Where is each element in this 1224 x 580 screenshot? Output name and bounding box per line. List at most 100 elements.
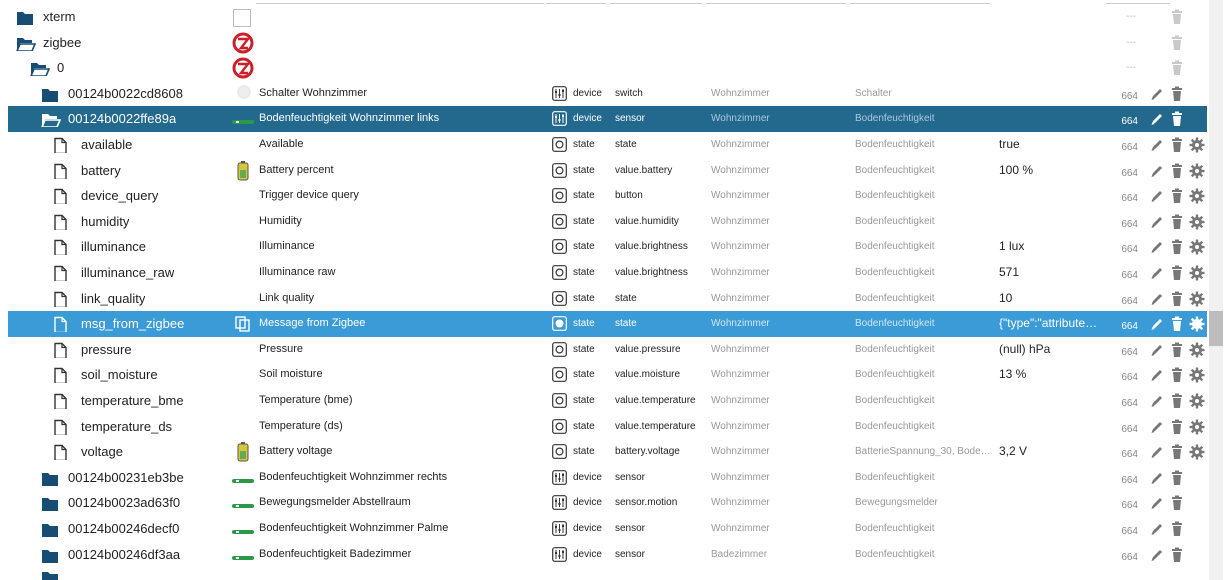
tree-row[interactable]: soil_moisture Soil moisture state value.moi… <box>8 362 1207 388</box>
edit-icon[interactable] <box>1149 86 1165 102</box>
edit-icon[interactable] <box>1149 163 1165 179</box>
object-value[interactable]: 1 lux <box>999 234 1111 260</box>
delete-icon[interactable] <box>1169 342 1185 358</box>
edit-icon[interactable] <box>1149 547 1165 563</box>
delete-icon[interactable] <box>1169 444 1185 460</box>
object-value[interactable]: 10 <box>999 286 1111 312</box>
folder-icon[interactable] <box>41 470 61 486</box>
delete-icon[interactable] <box>1169 393 1185 409</box>
edit-icon[interactable] <box>1149 239 1165 255</box>
edit-icon[interactable] <box>1149 188 1165 204</box>
tree-row[interactable]: illuminance Illuminance state value.brightn… <box>8 234 1207 260</box>
delete-icon[interactable] <box>1169 316 1185 332</box>
edit-icon[interactable] <box>1149 265 1165 281</box>
delete-icon[interactable] <box>1169 60 1185 76</box>
settings-gear-icon[interactable] <box>1189 444 1205 460</box>
object-value[interactable] <box>999 183 1111 209</box>
object-value[interactable]: 100 % <box>999 158 1111 184</box>
edit-icon[interactable] <box>1149 214 1165 230</box>
object-value[interactable] <box>999 106 1111 132</box>
tree-row[interactable]: temperature_ds Temperature (ds) state value… <box>8 414 1207 440</box>
settings-gear-icon[interactable] <box>1189 419 1205 435</box>
object-value[interactable] <box>999 414 1111 440</box>
folder-icon[interactable] <box>41 521 61 537</box>
tree-row[interactable]: pressure Pressure state value.pressure Wohnz… <box>8 337 1207 363</box>
tree-row[interactable]: battery Battery percent state value.battery… <box>8 158 1207 184</box>
object-value[interactable]: 3,2 V <box>999 439 1111 465</box>
edit-icon[interactable] <box>1149 521 1165 537</box>
edit-icon[interactable] <box>1149 111 1165 127</box>
edit-icon[interactable] <box>1149 393 1165 409</box>
settings-gear-icon[interactable] <box>1189 316 1205 332</box>
tree-row[interactable]: msg_from_zigbee Message from Zigbee state s… <box>8 311 1207 337</box>
delete-icon[interactable] <box>1169 9 1185 25</box>
object-value[interactable]: {"type":"attribute… <box>999 311 1111 337</box>
tree-row[interactable]: link_quality Link quality state state Wohnzi… <box>8 286 1207 312</box>
tree-row[interactable]: temperature_bme Temperature (bme) state val… <box>8 388 1207 414</box>
object-value[interactable]: 571 <box>999 260 1111 286</box>
folder-icon[interactable] <box>41 495 61 512</box>
scrollbar-thumb[interactable] <box>1209 310 1223 346</box>
object-value[interactable] <box>999 4 1111 30</box>
delete-icon[interactable] <box>1169 470 1185 486</box>
edit-icon[interactable] <box>1149 291 1165 307</box>
settings-gear-icon[interactable] <box>1189 214 1205 230</box>
edit-icon[interactable] <box>1149 316 1165 332</box>
folder-icon[interactable] <box>41 86 61 102</box>
object-value[interactable]: (null) hPa <box>999 337 1111 363</box>
vertical-scrollbar[interactable] <box>1209 0 1223 580</box>
copy-icon[interactable] <box>235 316 251 332</box>
folder-icon[interactable] <box>41 547 61 563</box>
delete-icon[interactable] <box>1169 111 1185 127</box>
edit-icon[interactable] <box>1149 419 1165 435</box>
folder-open-icon[interactable] <box>30 60 50 77</box>
delete-icon[interactable] <box>1169 521 1185 537</box>
delete-icon[interactable] <box>1169 367 1185 383</box>
delete-icon[interactable] <box>1169 188 1185 204</box>
delete-icon[interactable] <box>1169 291 1185 307</box>
tree-row[interactable]: zigbee --- <box>8 30 1207 56</box>
settings-gear-icon[interactable] <box>1189 188 1205 204</box>
object-value[interactable] <box>999 81 1111 107</box>
delete-icon[interactable] <box>1169 419 1185 435</box>
object-value[interactable] <box>999 55 1111 81</box>
tree-row[interactable]: voltage Battery voltage state battery.volta… <box>8 439 1207 465</box>
folder-icon[interactable] <box>41 569 61 580</box>
settings-gear-icon[interactable] <box>1189 291 1205 307</box>
settings-gear-icon[interactable] <box>1189 342 1205 358</box>
delete-icon[interactable] <box>1169 35 1185 51</box>
delete-icon[interactable] <box>1169 495 1185 511</box>
object-value[interactable] <box>999 516 1111 542</box>
tree-row[interactable]: 00124b0022cd8608 Schalter Wohnzimmer devic… <box>8 81 1207 107</box>
object-value[interactable] <box>999 209 1111 235</box>
edit-icon[interactable] <box>1149 495 1165 511</box>
folder-open-icon[interactable] <box>16 35 36 51</box>
edit-icon[interactable] <box>1149 367 1165 383</box>
delete-icon[interactable] <box>1169 214 1185 230</box>
tree-row[interactable] <box>8 567 1207 580</box>
tree-row[interactable]: available Available state state Wohnzimmer Bo… <box>8 132 1207 158</box>
tree-row[interactable]: xterm --- <box>8 4 1207 30</box>
delete-icon[interactable] <box>1169 137 1185 153</box>
folder-icon[interactable] <box>16 9 36 25</box>
object-value[interactable] <box>999 465 1111 491</box>
object-value[interactable] <box>999 388 1111 414</box>
object-value[interactable] <box>999 490 1111 516</box>
edit-icon[interactable] <box>1149 137 1165 153</box>
tree-row[interactable]: humidity Humidity state value.humidity Wohnz… <box>8 209 1207 235</box>
settings-gear-icon[interactable] <box>1189 367 1205 383</box>
object-value[interactable]: true <box>999 132 1111 158</box>
edit-icon[interactable] <box>1149 342 1165 358</box>
object-value[interactable] <box>999 30 1111 56</box>
tree-row[interactable]: 00124b0023ad63f0 Bewegungsmelder Abstellr… <box>8 490 1207 516</box>
settings-gear-icon[interactable] <box>1189 265 1205 281</box>
object-value[interactable]: 13 % <box>999 362 1111 388</box>
folder-open-icon[interactable] <box>41 111 61 128</box>
delete-icon[interactable] <box>1169 86 1185 102</box>
delete-icon[interactable] <box>1169 163 1185 179</box>
tree-row[interactable]: 00124b00246df3aa Bodenfeuchtigkeit Badezi… <box>8 542 1207 568</box>
settings-gear-icon[interactable] <box>1189 163 1205 179</box>
tree-row[interactable]: 00124b00246decf0 Bodenfeuchtigkeit Wohnzi… <box>8 516 1207 542</box>
tree-row[interactable]: 00124b0022ffe89a Bodenfeuchtigkeit Wohnzi… <box>8 106 1207 132</box>
edit-icon[interactable] <box>1149 444 1165 460</box>
